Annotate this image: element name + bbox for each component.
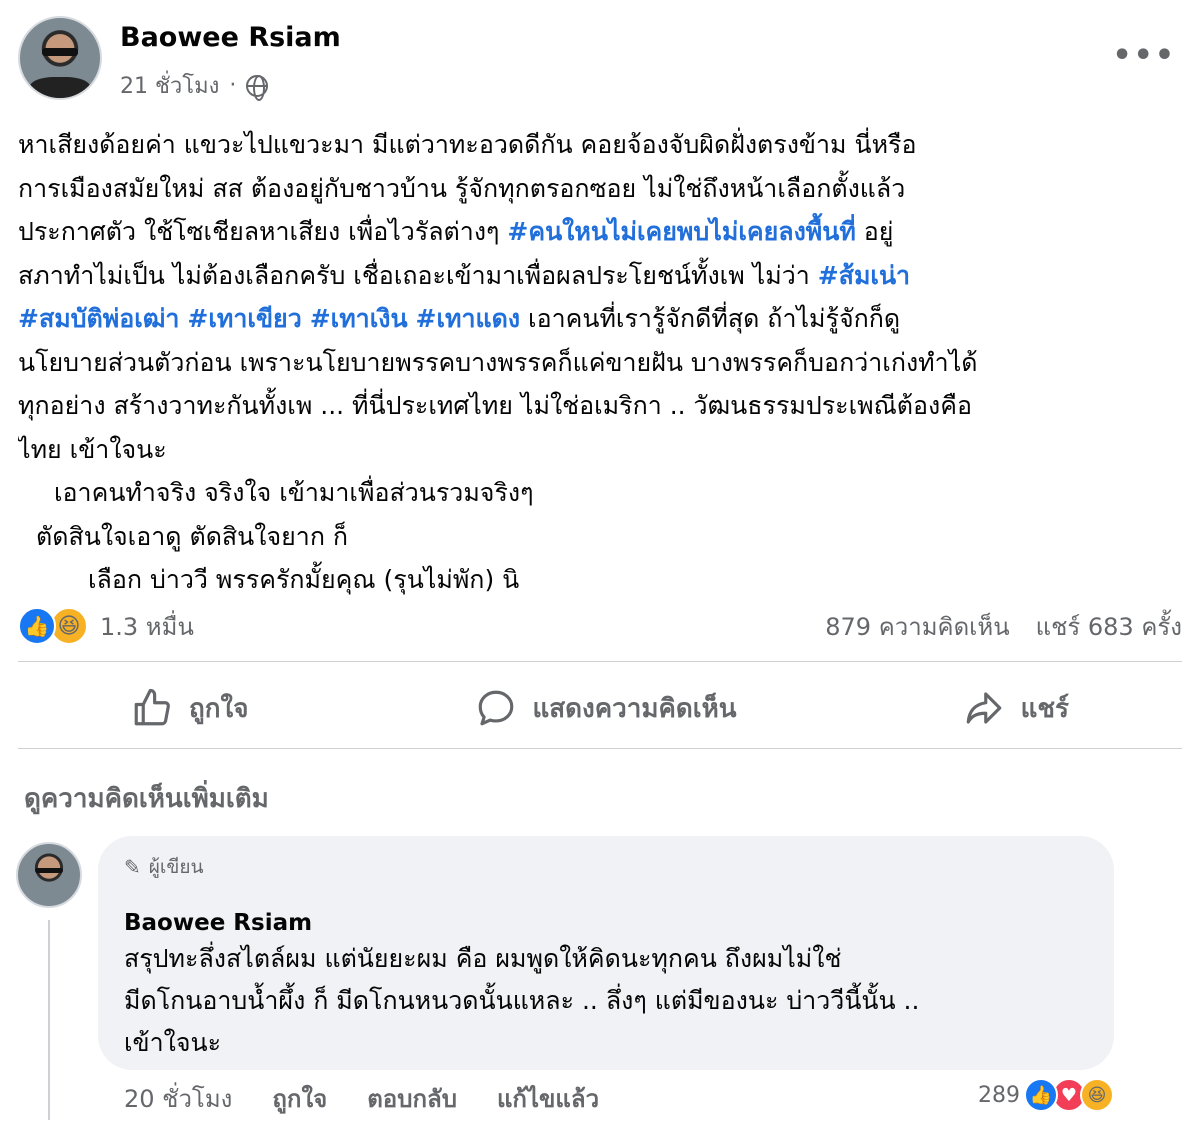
comment-text: สรุปทะลึ่งสไตล์ผม แต่นัยยะผม คือ ผมพูดให…: [124, 944, 920, 1057]
hashtag-link[interactable]: #เทาแดง: [416, 304, 521, 333]
comment-author[interactable]: Baowee Rsiam: [124, 910, 1088, 936]
comment-button[interactable]: แสดงความคิดเห็น: [475, 687, 737, 729]
shares-count[interactable]: แชร์ 683 ครั้ง: [1036, 607, 1182, 646]
post-stats: 879 ความคิดเห็น แชร์ 683 ครั้ง: [825, 607, 1182, 646]
comments-count[interactable]: 879 ความคิดเห็น: [825, 607, 1009, 646]
reactions-bar: 👍 😆 1.3 หมื่น 879 ความคิดเห็น แชร์ 683 ค…: [18, 604, 1182, 648]
like-button[interactable]: ถูกใจ: [131, 687, 248, 729]
share-arrow-icon: [966, 692, 1001, 724]
author-avatar[interactable]: [18, 16, 102, 100]
share-label: แชร์: [1020, 693, 1069, 724]
post-line: เอาคนทำจริง จริงใจ เข้ามาเพื่อส่วนรวมจริ…: [54, 478, 534, 507]
view-more-comments-link[interactable]: ดูความคิดเห็นเพิ่มเติม: [24, 778, 269, 819]
post-line: นโยบายส่วนตัวก่อน เพราะนโยบายพรรคบางพรรค…: [18, 347, 978, 377]
avatar-glasses: [42, 48, 78, 56]
comment-bubble-icon: [478, 690, 513, 726]
haha-reaction-icon: 😆: [1080, 1078, 1114, 1112]
reaction-summary[interactable]: 👍 😆 1.3 หมื่น: [18, 607, 194, 646]
thumbs-up-icon: [134, 688, 170, 726]
comment-reactions[interactable]: 289 👍 ♥ 😆: [978, 1078, 1114, 1112]
commenter-avatar[interactable]: [16, 842, 82, 908]
hashtag-link[interactable]: #สมบัติพ่อเฒ่า: [18, 304, 179, 333]
post-time[interactable]: 21 ชั่วโมง: [120, 68, 219, 103]
globe-icon[interactable]: [246, 74, 269, 101]
comment-reaction-count: 289: [978, 1082, 1020, 1108]
dot-separator: ·: [229, 73, 237, 98]
author-badge-label: ผู้เขียน: [148, 856, 204, 878]
post-line: ตัดสินใจเอาดู ตัดสินใจยาก ก็: [36, 521, 349, 551]
pencil-icon: ✎: [124, 855, 141, 879]
post-line: หาเสียงด้อยค่า แขวะไปแขวะมา มีแต่วาทะอวด…: [18, 130, 917, 159]
comment-label: แสดงความคิดเห็น: [532, 693, 737, 724]
reaction-count[interactable]: 1.3 หมื่น: [100, 607, 194, 646]
hashtag-link[interactable]: #เทาเขียว: [187, 304, 301, 333]
author-name[interactable]: Baowee Rsiam: [120, 22, 341, 53]
like-reaction-icon: 👍: [18, 607, 56, 645]
post-body: หาเสียงด้อยค่า แขวะไปแขวะมา มีแต่วาทะอวด…: [18, 123, 1182, 602]
comment-like-button[interactable]: ถูกใจ: [272, 1079, 327, 1118]
hashtag-link[interactable]: #ส้มเน่า: [818, 261, 910, 290]
post-line: สภาทำไม่เป็น ไม่ต้องเลือกครับ เชื่อเถอะเ…: [18, 260, 911, 290]
hashtag-link[interactable]: #คนใหนไม่เคยพบไม่เคยลงพื้นที่: [507, 217, 855, 246]
comment-time[interactable]: 20 ชั่วโมง: [124, 1079, 232, 1118]
more-options-icon[interactable]: •••: [1112, 38, 1176, 73]
thread-line: [48, 920, 50, 1120]
comment-footer: 20 ชั่วโมง ถูกใจ ตอบกลับ แก้ไขแล้ว 289 👍…: [124, 1078, 1114, 1118]
action-bar: ถูกใจ แสดงความคิดเห็น แชร์: [18, 672, 1182, 744]
comment-bubble: ✎ ผู้เขียน Baowee Rsiam สรุปทะลึ่งสไตล์ผ…: [98, 836, 1114, 1070]
post-line: เลือก บ่าววี พรรครักมั้ยคุณ (รุนไม่พัก) …: [88, 565, 520, 594]
post-line: ประกาศตัว ใช้โซเชียลหาเสียง เพื่อไวรัลต่…: [18, 217, 894, 246]
avatar-glasses: [35, 867, 63, 874]
post-line: ไทย เข้าใจนะ: [18, 434, 167, 464]
like-label: ถูกใจ: [189, 693, 249, 724]
comment-edited-label[interactable]: แก้ไขแล้ว: [497, 1079, 599, 1118]
comment-reply-button[interactable]: ตอบกลับ: [367, 1079, 457, 1118]
post-header: Baowee Rsiam 21 ชั่วโมง · •••: [18, 16, 1182, 106]
post-line: การเมืองสมัยใหม่ สส ต้องอยู่กับชาวบ้าน ร…: [18, 173, 906, 203]
post-meta: 21 ชั่วโมง ·: [120, 68, 269, 103]
post-line: ทุกอย่าง สร้างวาทะกันทั้งเพ ... ที่นี่ปร…: [18, 391, 972, 420]
divider: [18, 661, 1182, 662]
post-line: #สมบัติพ่อเฒ่า #เทาเขียว #เทาเงิน #เทาแด…: [18, 304, 901, 333]
hashtag-link[interactable]: #เทาเงิน: [310, 304, 408, 333]
share-button[interactable]: แชร์: [963, 687, 1069, 729]
avatar-shirt: [29, 77, 91, 98]
like-reaction-icon: 👍: [1024, 1078, 1058, 1112]
author-badge: ✎ ผู้เขียน: [124, 852, 1088, 882]
divider: [18, 748, 1182, 749]
